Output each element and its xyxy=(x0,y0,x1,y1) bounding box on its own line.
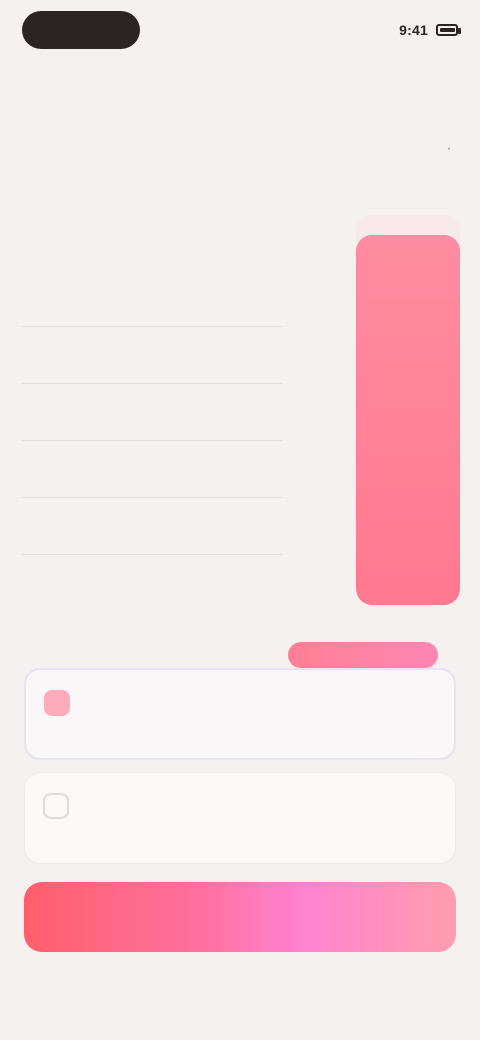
progress-bar xyxy=(356,215,460,605)
list-item xyxy=(22,555,282,612)
list-item xyxy=(22,441,282,498)
list-item xyxy=(22,498,282,555)
list-item xyxy=(22,270,282,327)
plan-card-2-details xyxy=(81,789,353,795)
status-time: 9:41 xyxy=(399,22,428,38)
battery-icon xyxy=(436,24,461,36)
primary-cta-button[interactable] xyxy=(24,882,456,952)
chart-labels xyxy=(290,236,340,266)
plan-card-1[interactable] xyxy=(24,668,456,760)
plan-card-1-details xyxy=(82,686,352,692)
top-pill-button[interactable] xyxy=(22,11,140,49)
battery-level xyxy=(440,28,456,32)
progress-bar-fill xyxy=(356,234,460,605)
status-icons xyxy=(436,24,461,36)
plan-card-2-price xyxy=(365,789,437,795)
info-icon[interactable]: · xyxy=(440,140,458,158)
plan-icon xyxy=(43,793,69,819)
status-bar: 9:41 xyxy=(399,22,461,38)
plan-card-1-price xyxy=(364,686,436,692)
feature-list xyxy=(22,270,282,612)
plan-card-2[interactable] xyxy=(24,772,456,864)
top-bar: 9:41 xyxy=(22,10,461,50)
list-item xyxy=(22,384,282,441)
plan-icon xyxy=(44,690,70,716)
recommended-badge xyxy=(288,642,438,668)
list-item xyxy=(22,327,282,384)
